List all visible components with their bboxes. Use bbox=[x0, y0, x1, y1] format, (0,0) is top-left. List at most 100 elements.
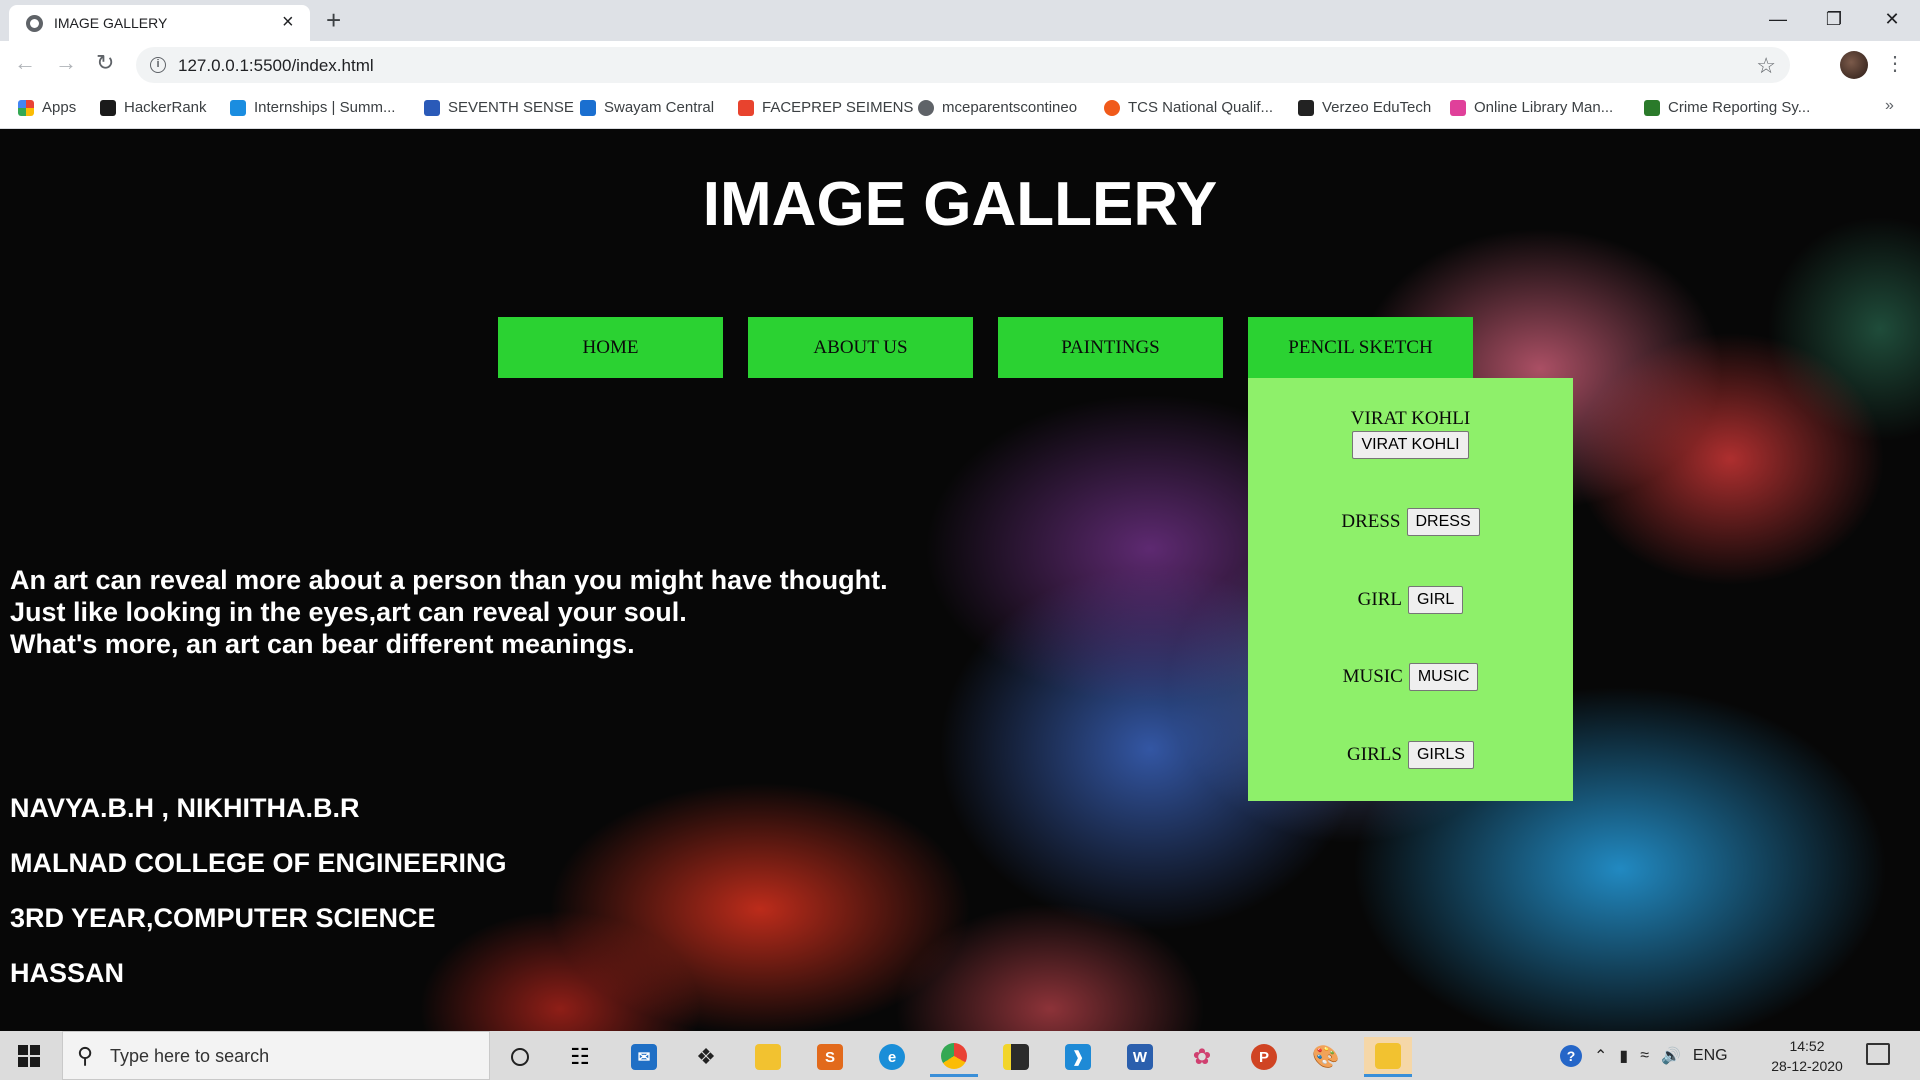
clock-date: 28-12-2020 bbox=[1771, 1058, 1843, 1074]
paint-icon[interactable]: 🎨 bbox=[1302, 1037, 1350, 1077]
girls-button[interactable]: GIRLS bbox=[1407, 741, 1474, 769]
bookmark-star-icon[interactable]: ☆ bbox=[1756, 53, 1776, 79]
hackerrank-icon bbox=[100, 99, 116, 116]
profile-avatar[interactable] bbox=[1840, 51, 1868, 79]
windows-taskbar: ⚲ Type here to search ☷ ✉ ❖ S e ❱ W ✿ P … bbox=[0, 1031, 1920, 1080]
word-icon[interactable]: W bbox=[1116, 1037, 1164, 1077]
mail-icon[interactable]: ✉ bbox=[620, 1037, 668, 1077]
nav-paintings-button[interactable]: PAINTINGS bbox=[998, 317, 1223, 378]
vscode-icon[interactable]: ❱ bbox=[1054, 1037, 1102, 1077]
nav-about-us-button[interactable]: ABOUT US bbox=[748, 317, 973, 378]
girl-button[interactable]: GIRL bbox=[1407, 586, 1464, 614]
browser-tab-strip: IMAGE GALLERY × + — ❐ ✕ bbox=[0, 0, 1920, 41]
edge-browser-icon[interactable]: e bbox=[868, 1037, 916, 1077]
quote-line: What's more, an art can bear different m… bbox=[10, 629, 635, 659]
dropdown-item-virat-kohli: VIRAT KOHLI VIRAT KOHLI bbox=[1248, 408, 1573, 459]
cortana-icon[interactable] bbox=[496, 1037, 544, 1077]
dropdown-item-girl: GIRL GIRL bbox=[1248, 586, 1573, 614]
dropbox-icon[interactable]: ❖ bbox=[682, 1037, 730, 1077]
dress-button[interactable]: DRESS bbox=[1406, 508, 1480, 536]
reload-icon[interactable]: ↻ bbox=[96, 51, 114, 75]
file-explorer-icon[interactable] bbox=[744, 1037, 792, 1077]
chrome-browser-icon[interactable] bbox=[930, 1037, 978, 1077]
bookmark-mceparents[interactable]: mceparentscontineo bbox=[918, 99, 1077, 116]
author-names: NAVYA.B.H , NIKHITHA.B.R bbox=[10, 793, 360, 823]
snip-sketch-icon[interactable]: ✿ bbox=[1178, 1037, 1226, 1077]
globe-icon bbox=[918, 99, 934, 116]
powerpoint-icon[interactable]: P bbox=[1240, 1037, 1288, 1077]
clock-time: 14:52 bbox=[1789, 1038, 1825, 1054]
dropdown-label: GIRL bbox=[1357, 589, 1402, 610]
site-info-icon[interactable]: i bbox=[150, 57, 166, 73]
verzeo-icon bbox=[1298, 99, 1314, 116]
wifi-icon[interactable]: ≈ bbox=[1640, 1047, 1649, 1065]
crime-reporting-icon bbox=[1644, 99, 1660, 116]
page-title: IMAGE GALLERY bbox=[702, 170, 1218, 239]
bookmark-internships[interactable]: Internships | Summ... bbox=[230, 99, 395, 116]
windows-start-icon[interactable] bbox=[18, 1045, 40, 1067]
language-indicator[interactable]: ENG bbox=[1693, 1047, 1728, 1065]
close-tab-icon[interactable]: × bbox=[282, 12, 294, 32]
sublime-text-icon[interactable]: S bbox=[806, 1037, 854, 1077]
bookmark-tcs[interactable]: TCS National Qualif... bbox=[1104, 99, 1273, 116]
dropdown-item-girls: GIRLS GIRLS bbox=[1248, 741, 1573, 769]
bookmark-verzeo[interactable]: Verzeo EduTech bbox=[1298, 99, 1431, 116]
address-bar[interactable]: i 127.0.0.1:5500/index.html ☆ bbox=[136, 47, 1790, 83]
volume-icon[interactable]: 🔊 bbox=[1661, 1046, 1681, 1066]
bookmark-faceprep[interactable]: FACEPREP SEIMENS bbox=[738, 99, 913, 116]
bookmark-seventh-sense[interactable]: SEVENTH SENSE bbox=[424, 99, 574, 116]
nav-pencil-sketch-button[interactable]: PENCIL SKETCH bbox=[1248, 317, 1473, 378]
internshala-icon bbox=[230, 99, 246, 116]
bookmark-hackerrank[interactable]: HackerRank bbox=[100, 99, 207, 116]
action-center-icon[interactable] bbox=[1866, 1043, 1890, 1065]
dropdown-label: MUSIC bbox=[1342, 666, 1403, 687]
forward-arrow-icon[interactable]: → bbox=[55, 51, 77, 75]
quote-line: Just like looking in the eyes,art can re… bbox=[10, 597, 687, 627]
dropdown-label: GIRLS bbox=[1347, 744, 1402, 765]
search-icon: ⚲ bbox=[77, 1043, 94, 1068]
url-text[interactable]: 127.0.0.1:5500/index.html bbox=[178, 56, 374, 76]
bookmark-online-library[interactable]: Online Library Man... bbox=[1450, 99, 1613, 116]
close-window-button[interactable]: ✕ bbox=[1864, 0, 1920, 41]
photos-folder-icon[interactable] bbox=[1364, 1037, 1412, 1077]
swayam-icon bbox=[580, 99, 596, 116]
year-department: 3RD YEAR,COMPUTER SCIENCE bbox=[10, 903, 436, 933]
quote-line: An art can reveal more about a person th… bbox=[10, 565, 888, 595]
bookmarks-bar: Apps HackerRank Internships | Summ... SE… bbox=[0, 88, 1920, 129]
more-bookmarks-chevron-icon[interactable]: » bbox=[1885, 97, 1894, 115]
back-arrow-icon[interactable]: ← bbox=[14, 51, 36, 75]
college-name: MALNAD COLLEGE OF ENGINEERING bbox=[10, 848, 507, 878]
faceprep-icon bbox=[738, 99, 754, 116]
dropdown-label: VIRAT KOHLI bbox=[1350, 408, 1471, 429]
taskbar-clock[interactable]: 14:52 28-12-2020 bbox=[1762, 1036, 1852, 1076]
dropdown-label: DRESS bbox=[1341, 511, 1401, 532]
seventh-sense-icon bbox=[424, 99, 440, 116]
search-placeholder: Type here to search bbox=[110, 1046, 270, 1066]
virat-kohli-button[interactable]: VIRAT KOHLI bbox=[1352, 431, 1469, 459]
help-icon[interactable]: ? bbox=[1560, 1044, 1582, 1067]
new-tab-plus-icon[interactable]: + bbox=[326, 5, 341, 35]
battery-icon[interactable]: ▮ bbox=[1619, 1046, 1628, 1066]
music-button[interactable]: MUSIC bbox=[1408, 663, 1479, 691]
pencil-sketch-dropdown: VIRAT KOHLI VIRAT KOHLI DRESS DRESS GIRL… bbox=[1248, 378, 1573, 801]
apps-grid-icon bbox=[18, 99, 34, 116]
task-view-icon[interactable]: ☷ bbox=[556, 1037, 604, 1077]
browser-menu-icon[interactable]: ⋮ bbox=[1885, 51, 1905, 77]
minimize-window-button[interactable]: — bbox=[1750, 0, 1806, 41]
sticky-notes-icon[interactable] bbox=[992, 1037, 1040, 1077]
dropdown-item-music: MUSIC MUSIC bbox=[1248, 663, 1573, 691]
chevron-up-icon[interactable]: ⌃ bbox=[1594, 1046, 1607, 1066]
globe-favicon-icon bbox=[26, 15, 43, 32]
restore-window-button[interactable]: ❐ bbox=[1806, 0, 1862, 41]
bookmark-swayam[interactable]: Swayam Central bbox=[580, 99, 714, 116]
library-icon bbox=[1450, 99, 1466, 116]
bookmark-apps[interactable]: Apps bbox=[18, 99, 76, 116]
city-name: HASSAN bbox=[10, 958, 125, 988]
tcs-icon bbox=[1104, 99, 1120, 116]
bookmark-crime-reporting[interactable]: Crime Reporting Sy... bbox=[1644, 99, 1810, 116]
system-tray: ? ⌃ ▮ ≈ 🔊 ENG bbox=[1560, 1031, 1728, 1080]
browser-tab[interactable]: IMAGE GALLERY × bbox=[9, 5, 310, 41]
taskbar-search-box[interactable]: ⚲ Type here to search bbox=[62, 1031, 490, 1080]
nav-home-button[interactable]: HOME bbox=[498, 317, 723, 378]
dropdown-item-dress: DRESS DRESS bbox=[1248, 508, 1573, 536]
